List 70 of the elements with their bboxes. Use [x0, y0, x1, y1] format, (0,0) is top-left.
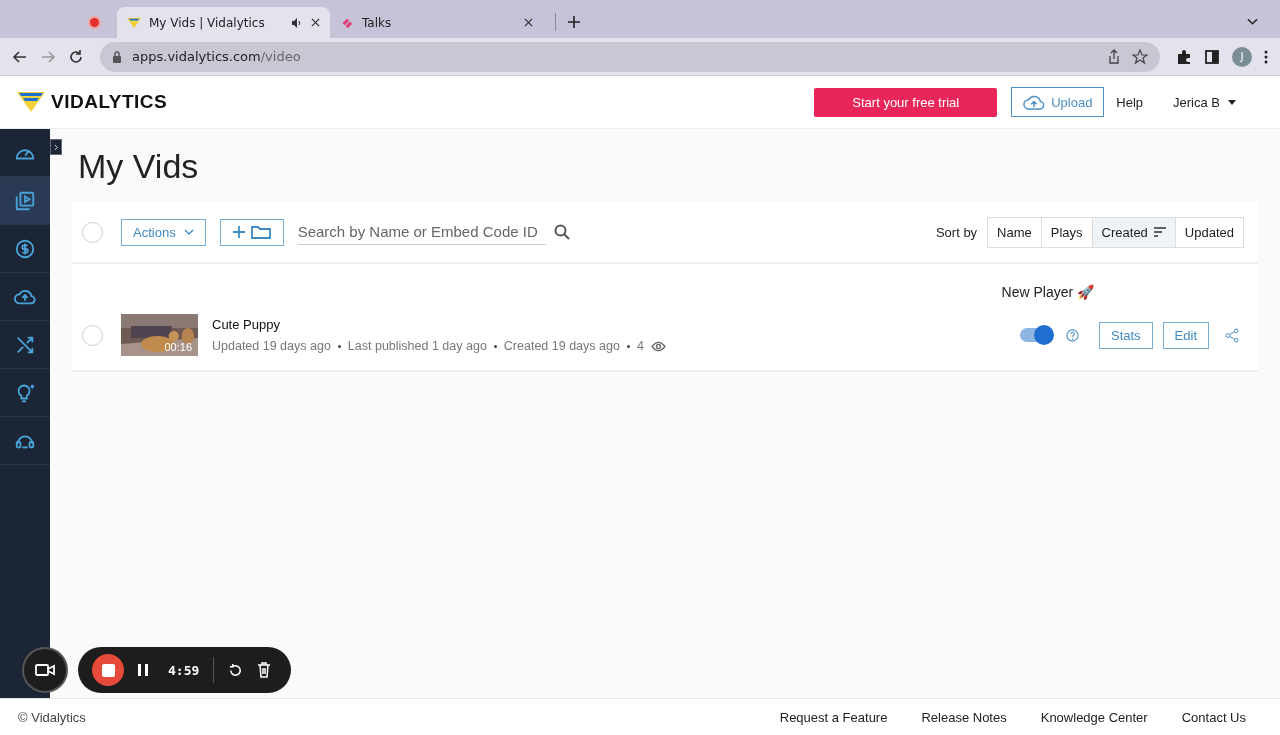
new-tab-icon[interactable]	[568, 16, 580, 28]
sort-icon	[1153, 227, 1166, 237]
footer-link[interactable]: Knowledge Center	[1040, 709, 1148, 725]
help-icon[interactable]	[1065, 328, 1079, 342]
trash-icon[interactable]	[257, 662, 272, 678]
restart-icon[interactable]	[228, 662, 244, 678]
footer-link[interactable]: Release Notes	[921, 709, 1007, 725]
dollar-icon	[14, 237, 36, 260]
eye-icon	[650, 340, 666, 352]
video-library-icon	[14, 189, 36, 212]
back-icon[interactable]	[12, 48, 28, 65]
expand-button[interactable]	[50, 139, 62, 155]
sidebar-item[interactable]	[0, 177, 50, 225]
sort-label: Sort by	[935, 224, 978, 240]
close-icon[interactable]	[311, 18, 320, 27]
camera-icon	[35, 663, 55, 677]
speaker-icon[interactable]	[291, 16, 303, 29]
upload-button[interactable]: Upload	[1011, 87, 1105, 117]
star-icon[interactable]	[1132, 48, 1148, 65]
more-icon[interactable]	[1264, 48, 1268, 65]
video-duration: 00:16	[164, 341, 192, 353]
sidebar-panel-icon[interactable]	[1204, 48, 1220, 65]
toggle-switch[interactable]	[1019, 328, 1052, 342]
url-text: apps.vidalytics.com/video	[132, 49, 301, 64]
footer-link[interactable]: Request a Feature	[779, 709, 888, 725]
caret-icon	[1228, 99, 1236, 105]
lock-icon	[112, 50, 122, 63]
new-folder-button[interactable]	[219, 218, 284, 246]
recording-time: 4:59	[168, 662, 200, 678]
player-label: New Player 🚀	[1001, 284, 1094, 300]
video-title[interactable]: Cute Puppy	[212, 317, 666, 332]
video-meta: Last published 1 day ago	[347, 339, 487, 353]
pause-icon[interactable]	[138, 664, 148, 676]
video-meta: Updated 19 days ago	[212, 339, 331, 353]
footer-link[interactable]: Contact Us	[1181, 709, 1246, 725]
chevron-icon	[183, 229, 194, 235]
separator-dot	[337, 344, 341, 348]
logo-icon	[17, 92, 45, 112]
free-trial-button[interactable]: Start your free trial	[814, 87, 998, 117]
close-icon[interactable]	[524, 18, 533, 27]
edit-button[interactable]: Edit	[1162, 321, 1209, 349]
chevron-icon	[53, 143, 59, 151]
page-title: My Vids	[78, 147, 200, 186]
add-folder-icon	[231, 224, 272, 240]
logo-text: VIDALYTICS	[51, 91, 168, 113]
sort-option[interactable]: Created	[1091, 217, 1175, 247]
logo-icon	[127, 16, 141, 29]
chevron-icon[interactable]	[1247, 18, 1258, 26]
address-bar[interactable]: apps.vidalytics.com/video	[100, 41, 1160, 72]
puzzle-icon[interactable]	[1176, 48, 1192, 65]
recording-icon	[90, 17, 99, 27]
search-icon[interactable]	[553, 224, 570, 240]
copyright-text: © Vidalytics	[18, 709, 86, 725]
browser-tab[interactable]: Talks	[330, 7, 543, 38]
help-link[interactable]: Help	[1116, 94, 1144, 110]
stats-button[interactable]: Stats	[1098, 321, 1153, 349]
video-meta: Created 19 days ago	[503, 339, 620, 353]
user-menu[interactable]: Jerica B	[1167, 93, 1242, 111]
video-meta: 4	[636, 339, 644, 353]
separator-dot	[493, 344, 497, 348]
share-icon[interactable]	[1225, 327, 1240, 343]
actions-dropdown[interactable]: Actions	[121, 218, 206, 246]
stripes-icon	[340, 16, 354, 29]
browser-tab[interactable]: My Vids | Vidalytics	[117, 7, 330, 38]
reload-icon[interactable]	[68, 48, 84, 65]
share-icon[interactable]	[1106, 48, 1122, 65]
stop-button[interactable]	[92, 654, 124, 686]
cloud-upload-icon	[1023, 94, 1046, 110]
separator-dot	[626, 344, 630, 348]
camera-button[interactable]	[22, 647, 68, 693]
